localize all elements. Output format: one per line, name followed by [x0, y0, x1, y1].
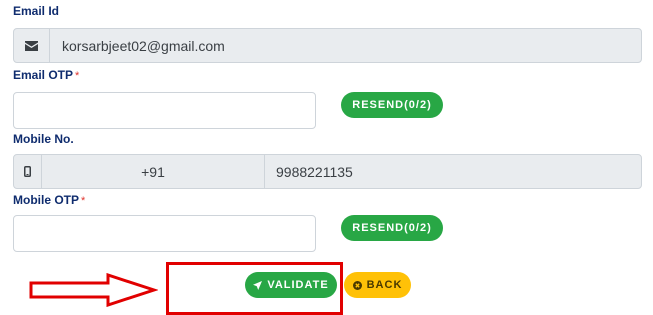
- email-otp-resend-button[interactable]: RESEND(0/2): [341, 92, 443, 118]
- mobile-field: +91 9988221135: [13, 154, 642, 189]
- mobile-otp-resend-button[interactable]: RESEND(0/2): [341, 215, 443, 241]
- mobile-otp-input[interactable]: [13, 215, 316, 252]
- email-otp-input[interactable]: [13, 92, 316, 129]
- mobile-number-value: 9988221135: [276, 163, 353, 180]
- mobile-otp-label: Mobile OTP *: [13, 193, 86, 207]
- back-button[interactable]: BACK: [344, 272, 411, 298]
- email-value: korsarbjeet02@gmail.com: [62, 37, 225, 54]
- envelope-icon: [14, 29, 50, 62]
- mobile-label: Mobile No.: [13, 132, 74, 146]
- annotation-arrow: [29, 273, 158, 307]
- validate-button[interactable]: VALIDATE: [245, 272, 337, 298]
- mobile-phone-icon: [14, 155, 42, 188]
- email-otp-label: Email OTP *: [13, 68, 80, 82]
- country-code-field: +91: [42, 155, 265, 188]
- send-icon: [253, 280, 263, 290]
- email-field: korsarbjeet02@gmail.com: [13, 28, 642, 63]
- email-label: Email Id: [13, 4, 60, 18]
- close-circle-icon: [352, 280, 362, 290]
- country-code-value: +91: [141, 163, 165, 180]
